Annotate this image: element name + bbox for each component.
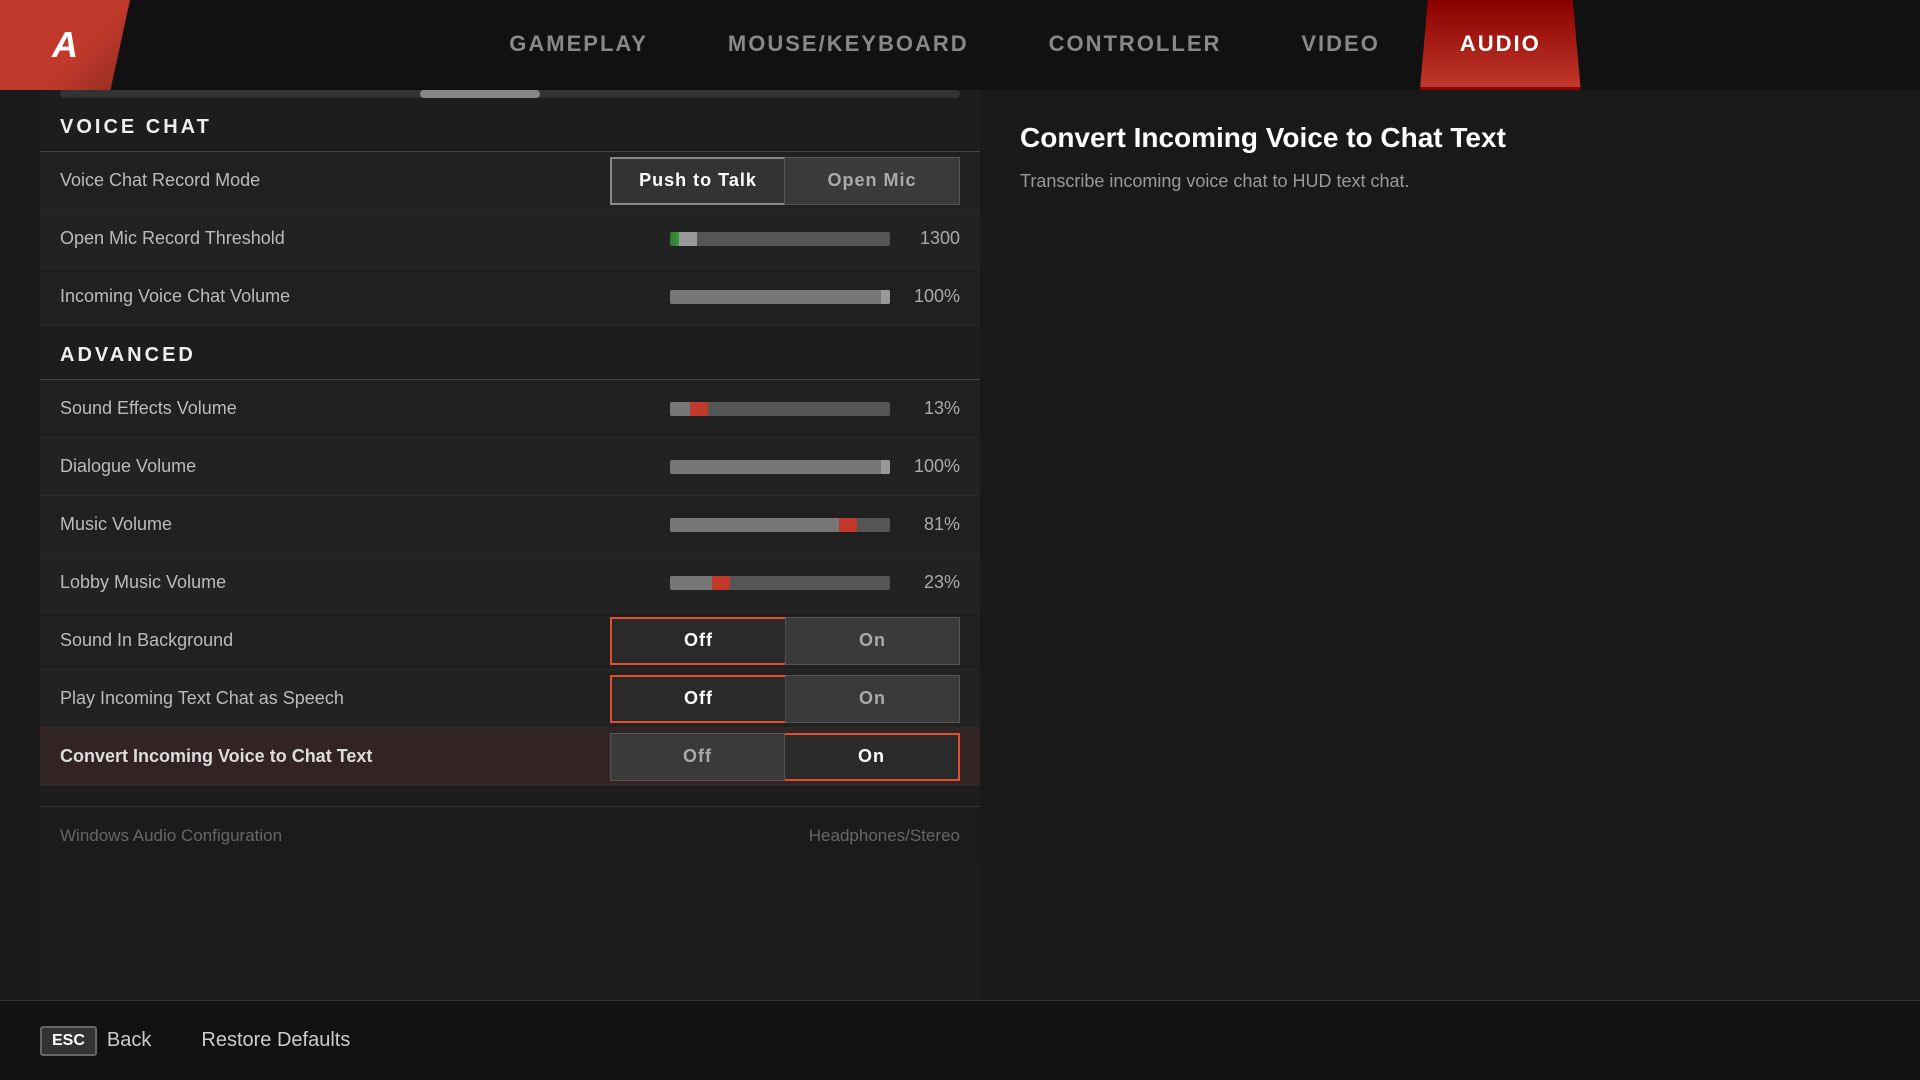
convert-incoming-voice-on-button[interactable]: On <box>785 733 960 781</box>
sound-in-background-control: Off On <box>610 617 960 665</box>
play-incoming-text-label: Play Incoming Text Chat as Speech <box>60 688 610 709</box>
back-button[interactable]: ESC Back <box>40 1026 151 1056</box>
esc-key-badge: ESC <box>40 1026 97 1056</box>
tab-video[interactable]: VIDEO <box>1261 0 1419 90</box>
voice-chat-record-mode-label: Voice Chat Record Mode <box>60 170 610 191</box>
incoming-voice-volume-label: Incoming Voice Chat Volume <box>60 286 670 307</box>
play-incoming-text-row: Play Incoming Text Chat as Speech Off On <box>40 670 980 728</box>
voice-chat-record-mode-row: Voice Chat Record Mode Push to Talk Open… <box>40 152 980 210</box>
convert-incoming-voice-row: Convert Incoming Voice to Chat Text Off … <box>40 728 980 786</box>
info-panel-title: Convert Incoming Voice to Chat Text <box>1020 120 1880 156</box>
tab-controller[interactable]: CONTROLLER <box>1009 0 1262 90</box>
windows-audio-row: Windows Audio Configuration Headphones/S… <box>40 806 980 864</box>
sound-effects-volume-label: Sound Effects Volume <box>60 398 670 419</box>
play-incoming-text-on-button[interactable]: On <box>785 675 960 723</box>
lobby-music-volume-label: Lobby Music Volume <box>60 572 670 593</box>
music-volume-control: 81% <box>670 514 960 535</box>
convert-incoming-voice-label: Convert Incoming Voice to Chat Text <box>60 746 610 767</box>
sound-effects-volume-control: 13% <box>670 398 960 419</box>
open-mic-threshold-control: 1300 <box>670 228 960 249</box>
lobby-music-volume-control: 23% <box>670 572 960 593</box>
sound-effects-volume-row: Sound Effects Volume 13% <box>40 380 980 438</box>
music-volume-row: Music Volume 81% <box>40 496 980 554</box>
back-label: Back <box>107 1029 151 1052</box>
sound-effects-volume-value: 13% <box>905 398 960 419</box>
main-content: VOICE CHAT Voice Chat Record Mode Push t… <box>0 90 1920 1000</box>
sound-effects-volume-track[interactable] <box>670 402 890 416</box>
sound-effects-volume-handle[interactable] <box>690 402 708 416</box>
apex-logo-icon: A <box>52 24 78 66</box>
open-mic-threshold-track[interactable] <box>670 232 890 246</box>
tab-gameplay[interactable]: GAMEPLAY <box>469 0 688 90</box>
dialogue-volume-value: 100% <box>905 456 960 477</box>
incoming-voice-volume-fill <box>670 290 890 304</box>
open-mic-threshold-row: Open Mic Record Threshold 1300 <box>40 210 980 268</box>
dialogue-volume-row: Dialogue Volume 100% <box>40 438 980 496</box>
music-volume-track[interactable] <box>670 518 890 532</box>
play-incoming-text-control: Off On <box>610 675 960 723</box>
nav-tabs: GAMEPLAY MOUSE/KEYBOARD CONTROLLER VIDEO… <box>130 0 1920 90</box>
incoming-voice-volume-track[interactable] <box>670 290 890 304</box>
music-volume-value: 81% <box>905 514 960 535</box>
settings-panel: VOICE CHAT Voice Chat Record Mode Push t… <box>40 90 980 1000</box>
convert-incoming-voice-off-button[interactable]: Off <box>610 733 785 781</box>
sound-in-background-on-button[interactable]: On <box>785 617 960 665</box>
sound-in-background-label: Sound In Background <box>60 630 610 651</box>
dialogue-volume-control: 100% <box>670 456 960 477</box>
lobby-music-volume-value: 23% <box>905 572 960 593</box>
logo-area: A <box>0 0 130 90</box>
dialogue-volume-track[interactable] <box>670 460 890 474</box>
tab-audio[interactable]: AUDIO <box>1420 0 1581 90</box>
sound-in-background-row: Sound In Background Off On <box>40 612 980 670</box>
push-to-talk-button[interactable]: Push to Talk <box>610 157 785 205</box>
convert-incoming-voice-control: Off On <box>610 733 960 781</box>
windows-audio-label: Windows Audio Configuration <box>60 826 809 846</box>
advanced-section-header: ADVANCED <box>40 326 980 380</box>
sound-in-background-off-button[interactable]: Off <box>610 617 785 665</box>
open-mic-threshold-value: 1300 <box>905 228 960 249</box>
restore-defaults-button[interactable]: Restore Defaults <box>201 1029 350 1052</box>
lobby-music-volume-track[interactable] <box>670 576 890 590</box>
dialogue-volume-fill <box>670 460 890 474</box>
voice-chat-section-header: VOICE CHAT <box>40 98 980 152</box>
scroll-thumb <box>420 90 540 98</box>
voice-chat-record-mode-control: Push to Talk Open Mic <box>610 157 960 205</box>
dialogue-volume-label: Dialogue Volume <box>60 456 670 477</box>
open-mic-threshold-handle[interactable] <box>679 232 697 246</box>
music-volume-fill <box>670 518 848 532</box>
lobby-music-volume-row: Lobby Music Volume 23% <box>40 554 980 612</box>
open-mic-button[interactable]: Open Mic <box>785 157 960 205</box>
info-panel-description: Transcribe incoming voice chat to HUD te… <box>1020 168 1880 195</box>
restore-defaults-label: Restore Defaults <box>201 1029 350 1052</box>
music-volume-label: Music Volume <box>60 514 670 535</box>
tab-mouse-keyboard[interactable]: MOUSE/KEYBOARD <box>688 0 1009 90</box>
windows-audio-value: Headphones/Stereo <box>809 826 960 846</box>
info-panel: Convert Incoming Voice to Chat Text Tran… <box>980 90 1920 1000</box>
lobby-music-volume-handle[interactable] <box>712 576 730 590</box>
open-mic-threshold-label: Open Mic Record Threshold <box>60 228 670 249</box>
header: A GAMEPLAY MOUSE/KEYBOARD CONTROLLER VID… <box>0 0 1920 90</box>
footer: ESC Back Restore Defaults <box>0 1000 1920 1080</box>
scroll-indicator <box>60 90 960 98</box>
incoming-voice-volume-handle[interactable] <box>881 290 890 304</box>
dialogue-volume-handle[interactable] <box>881 460 890 474</box>
incoming-voice-volume-row: Incoming Voice Chat Volume 100% <box>40 268 980 326</box>
incoming-voice-volume-control: 100% <box>670 286 960 307</box>
music-volume-handle[interactable] <box>839 518 857 532</box>
incoming-voice-volume-value: 100% <box>905 286 960 307</box>
play-incoming-text-off-button[interactable]: Off <box>610 675 785 723</box>
